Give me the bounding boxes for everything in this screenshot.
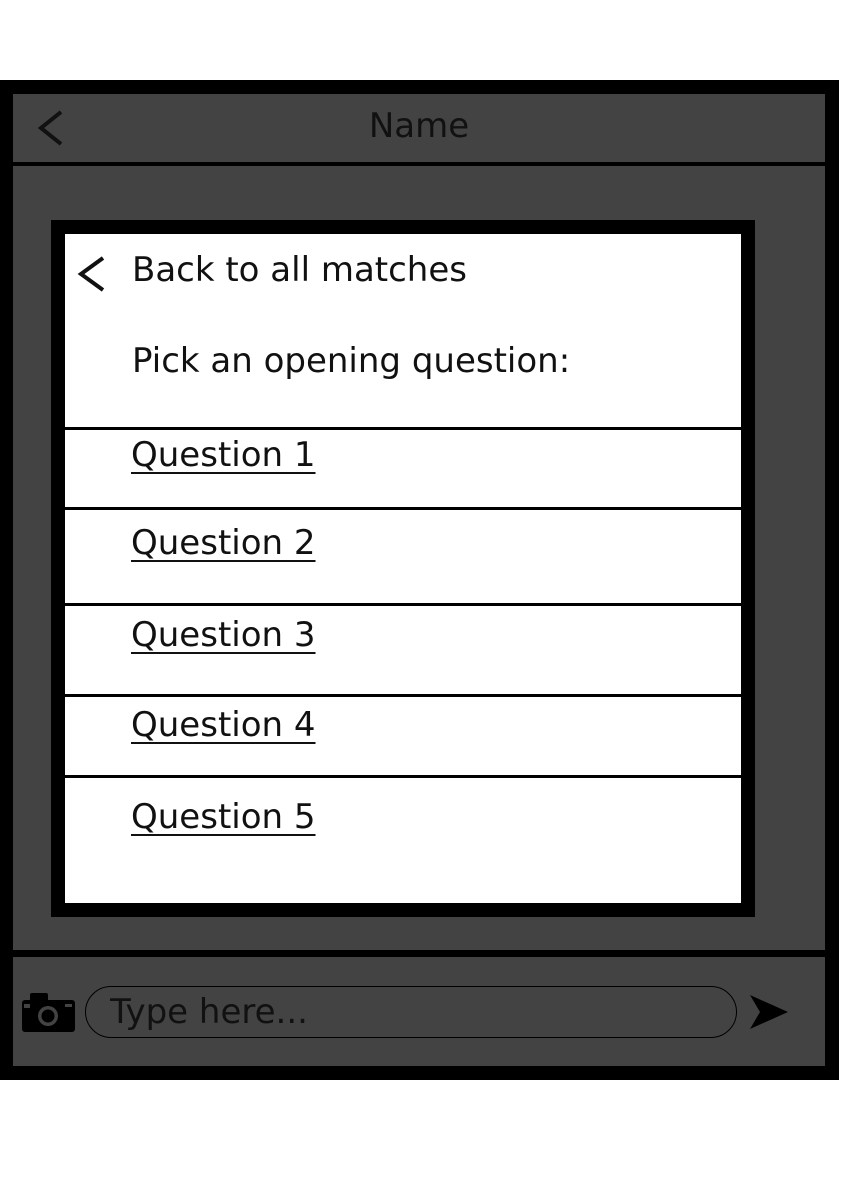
question-row: Question 3: [65, 603, 741, 694]
opening-question-dialog: Back to all matches Pick an opening ques…: [51, 220, 755, 917]
chat-screen: Name Back to all matches Pick an opening…: [0, 80, 839, 1080]
question-row: Question 1: [65, 427, 741, 507]
page: Name Back to all matches Pick an opening…: [0, 0, 842, 1191]
chevron-left-icon: [77, 256, 105, 292]
question-row: Question 5: [65, 775, 741, 903]
question-1-link[interactable]: Question 1: [131, 435, 316, 475]
question-row: Question 2: [65, 507, 741, 603]
question-4-link[interactable]: Question 4: [131, 705, 316, 745]
question-3-link[interactable]: Question 3: [131, 615, 316, 655]
send-icon[interactable]: [748, 993, 790, 1031]
message-composer: [13, 957, 825, 1066]
question-5-link[interactable]: Question 5: [131, 797, 316, 837]
chat-title: Name: [368, 106, 470, 146]
message-input[interactable]: [85, 986, 737, 1038]
chat-header: Name: [13, 94, 825, 162]
question-2-link[interactable]: Question 2: [131, 523, 316, 563]
question-list: Question 1 Question 2 Question 3 Questio…: [65, 427, 741, 903]
back-to-matches-link[interactable]: Back to all matches: [65, 234, 741, 314]
dialog-body: Back to all matches Pick an opening ques…: [65, 234, 741, 903]
dialog-prompt: Pick an opening question:: [132, 341, 571, 381]
camera-icon[interactable]: [21, 991, 76, 1033]
chat-content: Back to all matches Pick an opening ques…: [13, 166, 825, 950]
back-to-matches-label: Back to all matches: [132, 250, 467, 290]
question-row: Question 4: [65, 694, 741, 775]
